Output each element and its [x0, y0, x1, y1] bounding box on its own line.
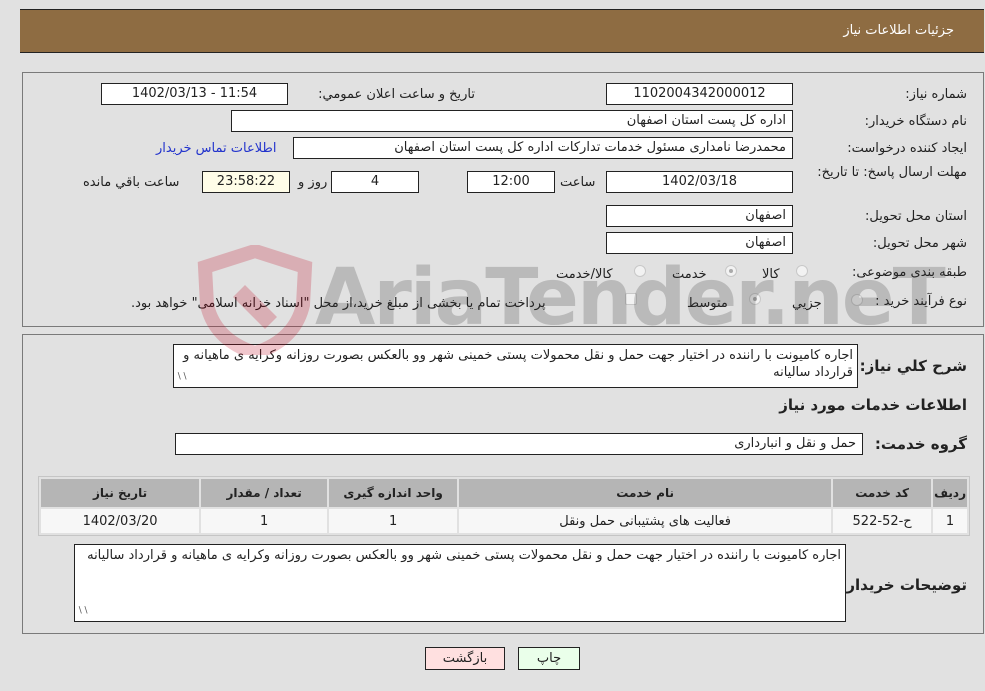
need-number-field[interactable]: 1102004342000012	[606, 83, 793, 105]
table-row: 1 ح-52-522 فعالیت های پشتیبانی حمل ونقل …	[41, 509, 967, 533]
col-service-name: نام خدمت	[459, 479, 832, 507]
requester-label: ایجاد کننده درخواست:	[847, 141, 967, 156]
page-header: جزئیات اطلاعات نیاز	[20, 9, 984, 53]
purchase-radio-small[interactable]	[851, 294, 863, 306]
cell-quantity: 1	[201, 509, 328, 533]
deadline-time-field[interactable]: 12:00	[467, 171, 555, 193]
cell-service-code: ح-52-522	[833, 509, 932, 533]
print-button[interactable]: چاپ	[518, 647, 580, 670]
announce-datetime-label: تاریخ و ساعت اعلان عمومي:	[318, 87, 475, 102]
back-button[interactable]: بازگشت	[425, 647, 505, 670]
summary-label: شرح كلي نياز:	[859, 357, 967, 375]
service-group-field[interactable]: حمل و نقل و انبارداری	[175, 433, 863, 455]
treasury-checkbox[interactable]	[625, 293, 637, 305]
deadline-time-label: ساعت	[560, 175, 596, 190]
table-header-row: ردیف کد خدمت نام خدمت واحد اندازه گیری ت…	[41, 479, 967, 507]
purchase-option-medium: متوسط	[687, 296, 728, 311]
category-option-goods: کالا	[762, 267, 780, 282]
remaining-time-field: 23:58:22	[202, 171, 290, 193]
category-radio-service[interactable]	[725, 265, 737, 277]
remaining-time-label: ساعت باقي مانده	[83, 175, 180, 190]
requester-field[interactable]: محمدرضا نامداری مسئول خدمات تدارکات ادار…	[293, 137, 793, 159]
summary-text: اجاره کامیونت با راننده در اختیار جهت حم…	[183, 348, 853, 380]
purchase-option-small: جزيي	[792, 296, 822, 311]
category-label: طبقه بندی موضوعی:	[851, 265, 967, 280]
resize-grip-icon[interactable]: ∖∖	[77, 603, 88, 620]
delivery-province-label: استان محل تحویل:	[865, 209, 967, 224]
col-need-date: تاریخ نیاز	[41, 479, 200, 507]
treasury-checkbox-label: پرداخت تمام یا بخشی از مبلغ خرید،از محل …	[131, 296, 546, 311]
summary-textarea[interactable]: اجاره کامیونت با راننده در اختیار جهت حم…	[173, 344, 858, 388]
buyer-org-label: نام دستگاه خريدار:	[864, 114, 967, 129]
cell-row-number: 1	[933, 509, 967, 533]
buyer-contact-link[interactable]: اطلاعات تماس خريدار	[156, 141, 276, 156]
buyer-notes-label: توضیحات خریدار:	[840, 576, 967, 594]
category-radio-goods[interactable]	[796, 265, 808, 277]
days-label: روز و	[298, 175, 328, 190]
col-unit: واحد اندازه گیری	[329, 479, 458, 507]
category-radio-goods-service[interactable]	[634, 265, 646, 277]
delivery-province-field[interactable]: اصفهان	[606, 205, 793, 227]
remaining-days-field: 4	[331, 171, 419, 193]
category-option-goods-service: کالا/خدمت	[556, 267, 613, 282]
delivery-city-field[interactable]: اصفهان	[606, 232, 793, 254]
col-quantity: تعداد / مقدار	[201, 479, 328, 507]
category-option-service: خدمت	[672, 267, 707, 282]
buyer-org-field[interactable]: اداره کل پست استان اصفهان	[231, 110, 793, 132]
services-table-wrapper: ردیف کد خدمت نام خدمت واحد اندازه گیری ت…	[38, 476, 970, 536]
services-section-title: اطلاعات خدمات مورد نیاز	[779, 396, 967, 414]
service-group-label: گروه خدمت:	[874, 435, 967, 453]
col-service-code: کد خدمت	[833, 479, 932, 507]
deadline-label: مهلت ارسال پاسخ: تا تاریخ:	[817, 165, 967, 180]
announce-datetime-field[interactable]: 1402/03/13 - 11:54	[101, 83, 288, 105]
cell-service-name: فعالیت های پشتیبانی حمل ونقل	[459, 509, 832, 533]
services-table: ردیف کد خدمت نام خدمت واحد اندازه گیری ت…	[39, 477, 969, 535]
buyer-notes-text: اجاره کامیونت با راننده در اختیار جهت حم…	[87, 548, 841, 563]
cell-unit: 1	[329, 509, 458, 533]
purchase-radio-medium[interactable]	[749, 293, 761, 305]
resize-grip-icon[interactable]: ∖∖	[176, 369, 187, 386]
page-title: جزئیات اطلاعات نیاز	[843, 23, 954, 38]
delivery-city-label: شهر محل تحویل:	[872, 236, 967, 251]
cell-need-date: 1402/03/20	[41, 509, 200, 533]
deadline-date-field[interactable]: 1402/03/18	[606, 171, 793, 193]
purchase-type-label: نوع فرآیند خرید :	[875, 294, 967, 309]
buyer-notes-textarea[interactable]: اجاره کامیونت با راننده در اختیار جهت حم…	[74, 544, 846, 622]
col-row-number: ردیف	[933, 479, 967, 507]
need-number-label: شماره نیاز:	[905, 87, 967, 102]
